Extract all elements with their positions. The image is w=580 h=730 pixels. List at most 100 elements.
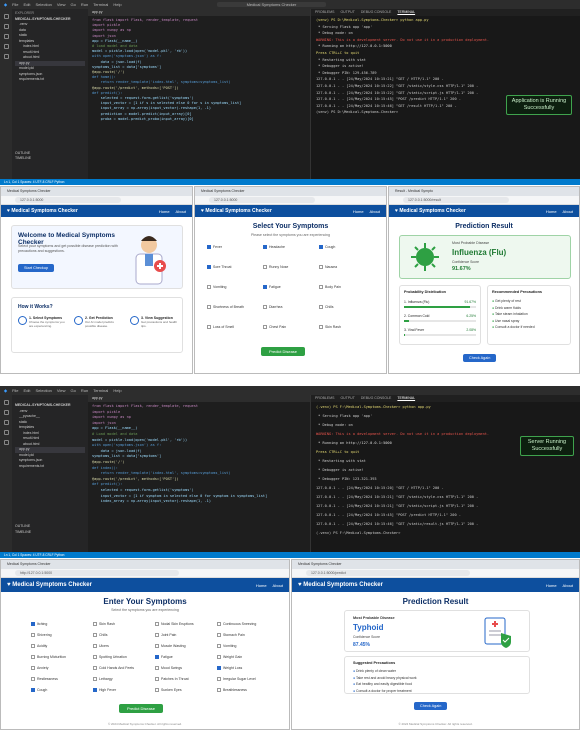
browser-tab[interactable]: Result - Medical Sympto: [395, 189, 433, 193]
address-bar[interactable]: 127.0.0.1:5000: [209, 197, 316, 203]
nav-home[interactable]: Home: [353, 209, 364, 214]
nav-about[interactable]: About: [273, 583, 283, 588]
checkbox-icon[interactable]: [217, 633, 221, 637]
checkbox-icon[interactable]: [155, 666, 159, 670]
menu-help[interactable]: Help: [113, 2, 121, 7]
checkbox-icon[interactable]: [31, 666, 35, 670]
symptom-checkbox[interactable]: Joint Pain: [155, 633, 213, 637]
checkbox-icon[interactable]: [155, 633, 159, 637]
extensions-icon[interactable]: [3, 440, 9, 445]
checkbox-icon[interactable]: [217, 622, 221, 626]
checkbox-icon[interactable]: [31, 622, 35, 626]
symptom-checkbox[interactable]: Cough: [31, 688, 89, 692]
symptom-checkbox[interactable]: Anxiety: [31, 666, 89, 670]
run-debug-icon[interactable]: [3, 44, 9, 49]
explorer-icon[interactable]: [3, 14, 9, 19]
menu-view[interactable]: View: [57, 2, 66, 7]
symptom-checkbox[interactable]: Acidity: [31, 644, 89, 648]
checkbox-icon[interactable]: [263, 245, 267, 249]
checkbox-icon[interactable]: [93, 666, 97, 670]
symptom-checkbox[interactable]: Headache: [263, 245, 313, 249]
browser-tab[interactable]: Medical Symptoms Checker: [7, 562, 51, 566]
checkbox-icon[interactable]: [93, 655, 97, 659]
symptom-checkbox[interactable]: Fever: [207, 245, 257, 249]
symptom-checkbox[interactable]: Diarrhea: [263, 305, 313, 309]
checkbox-icon[interactable]: [263, 325, 267, 329]
checkbox-icon[interactable]: [155, 644, 159, 648]
checkbox-icon[interactable]: [217, 644, 221, 648]
checkbox-icon[interactable]: [217, 688, 221, 692]
checkbox-icon[interactable]: [263, 265, 267, 269]
source-control-icon[interactable]: [3, 34, 9, 39]
symptom-checkbox[interactable]: Sore Throat: [207, 265, 257, 269]
nav-about[interactable]: About: [176, 209, 186, 214]
tab-output[interactable]: OUTPUT: [340, 9, 354, 16]
menu-help[interactable]: Help: [113, 388, 121, 393]
checkbox-icon[interactable]: [319, 245, 323, 249]
menu-run[interactable]: Run: [81, 2, 88, 7]
nav-about[interactable]: About: [370, 209, 380, 214]
tab-terminal[interactable]: TERMINAL: [397, 395, 415, 402]
symptom-checkbox[interactable]: Nodal Skin Eruptions: [155, 622, 213, 626]
timeline-section[interactable]: TIMELINE: [15, 156, 85, 162]
tab-debug-console[interactable]: DEBUG CONSOLE: [361, 395, 392, 402]
command-center[interactable]: Medical Symptoms Checker: [216, 2, 327, 7]
checkbox-icon[interactable]: [155, 677, 159, 681]
symptom-checkbox[interactable]: Weight Loss: [217, 666, 275, 670]
menu-file[interactable]: File: [12, 2, 18, 7]
file-item[interactable]: requirements.txt: [15, 77, 85, 83]
symptom-checkbox[interactable]: Ulcers: [93, 644, 151, 648]
browser-tab[interactable]: Medical Symptoms Checker: [298, 562, 342, 566]
editor-tab[interactable]: app.py: [92, 10, 103, 14]
tab-problems[interactable]: PROBLEMS: [315, 395, 334, 402]
menu-go[interactable]: Go: [71, 2, 76, 7]
checkbox-icon[interactable]: [93, 688, 97, 692]
symptom-checkbox[interactable]: Patches In Throat: [155, 677, 213, 681]
symptom-checkbox[interactable]: Shortness of Breath: [207, 305, 257, 309]
symptom-checkbox[interactable]: Muscle Wasting: [155, 644, 213, 648]
terminal-output[interactable]: (.venv) PS F:\Medical-Symptoms-Checker> …: [311, 402, 580, 539]
symptom-checkbox[interactable]: Chills: [93, 633, 151, 637]
source-control-icon[interactable]: [3, 420, 9, 425]
checkbox-icon[interactable]: [31, 688, 35, 692]
menu-edit[interactable]: Edit: [24, 2, 31, 7]
site-brand[interactable]: Medical Symptoms Checker: [399, 208, 465, 214]
checkbox-icon[interactable]: [93, 644, 97, 648]
menu-file[interactable]: File: [12, 388, 18, 393]
code-area[interactable]: from flask import Flask, render_template…: [88, 16, 310, 124]
checkbox-icon[interactable]: [319, 305, 323, 309]
checkbox-icon[interactable]: [207, 285, 211, 289]
search-icon[interactable]: [3, 24, 9, 29]
symptom-checkbox[interactable]: Fatigue: [263, 285, 313, 289]
checkbox-icon[interactable]: [93, 633, 97, 637]
code-area[interactable]: from flask import Flask, render_template…: [88, 402, 310, 507]
symptom-checkbox[interactable]: Fatigue: [155, 655, 213, 659]
browser-tab[interactable]: Medical Symptoms Checker: [7, 189, 51, 193]
extensions-icon[interactable]: [3, 54, 9, 59]
symptom-checkbox[interactable]: Cold Hands And Feets: [93, 666, 151, 670]
tab-terminal[interactable]: TERMINAL: [397, 9, 415, 16]
checkbox-icon[interactable]: [31, 655, 35, 659]
checkbox-icon[interactable]: [319, 265, 323, 269]
menu-terminal[interactable]: Terminal: [93, 2, 108, 7]
site-brand[interactable]: Medical Symptoms Checker: [303, 582, 383, 588]
checkbox-icon[interactable]: [93, 677, 97, 681]
menu-view[interactable]: View: [57, 388, 66, 393]
tab-problems[interactable]: PROBLEMS: [315, 9, 334, 16]
checkbox-icon[interactable]: [155, 688, 159, 692]
menu-go[interactable]: Go: [71, 388, 76, 393]
nav-home[interactable]: Home: [546, 583, 557, 588]
symptom-checkbox[interactable]: Lethargy: [93, 677, 151, 681]
start-checkup-button[interactable]: Start Checkup: [18, 264, 55, 272]
symptom-checkbox[interactable]: High Fever: [93, 688, 151, 692]
checkbox-icon[interactable]: [155, 655, 159, 659]
address-bar[interactable]: 127.0.0.1:5000: [15, 197, 122, 203]
symptom-checkbox[interactable]: Chest Pain: [263, 325, 313, 329]
nav-about[interactable]: About: [563, 583, 573, 588]
nav-home[interactable]: Home: [256, 583, 267, 588]
symptom-checkbox[interactable]: Mood Swings: [155, 666, 213, 670]
checkbox-icon[interactable]: [263, 305, 267, 309]
explorer-icon[interactable]: [3, 400, 9, 405]
check-again-button[interactable]: Check Again: [463, 354, 497, 362]
checkbox-icon[interactable]: [207, 245, 211, 249]
